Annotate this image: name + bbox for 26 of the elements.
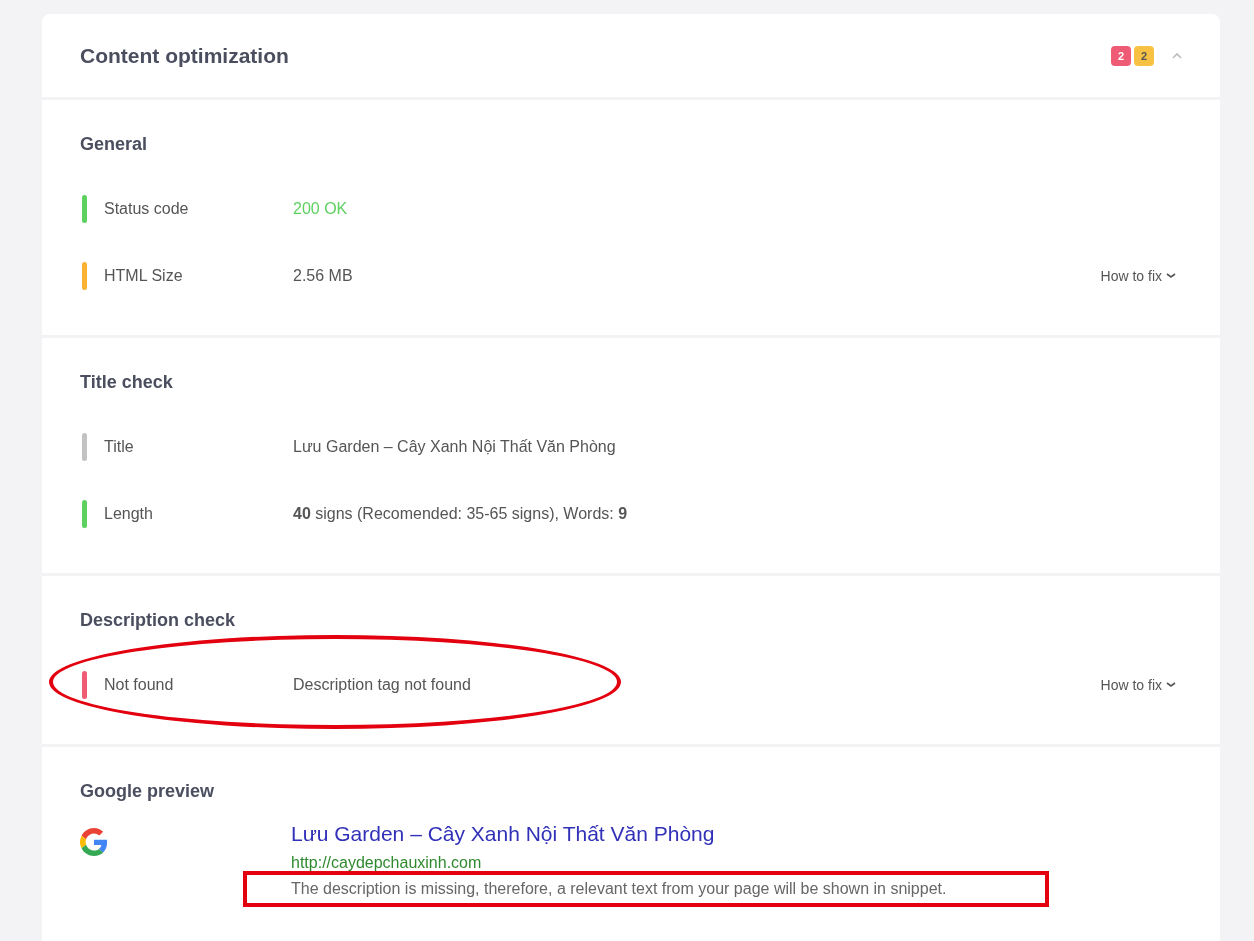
section-title: Google preview [80,781,216,802]
preview-title-link[interactable]: Lưu Garden – Cây Xanh Nội Thất Văn Phòng [291,822,715,846]
chevron-down-icon [1166,272,1176,279]
check-label: Status code [104,199,190,218]
check-value: Lưu Garden – Cây Xanh Nội Thất Văn Phòng [293,437,617,456]
check-value: 2.56 MB [293,266,354,285]
card-title: Content optimization [80,43,290,68]
check-value: 40 signs (Recomended: 35-65 signs), Words: 9 [293,504,629,523]
google-logo-icon [80,828,108,856]
issue-count-badge: 2 [1134,45,1154,66]
check-label: Length [104,504,154,523]
section-title: Title check [80,372,174,393]
check-value: Description tag not found [293,675,472,694]
issue-count-badge: 2 [1111,45,1131,66]
chevron-down-icon [1166,681,1176,688]
check-value: 200 OK [293,199,349,218]
how-to-fix-link[interactable]: How to fix [1100,267,1176,284]
how-to-fix-link[interactable]: How to fix [1100,676,1176,693]
preview-snippet: The description is missing, therefore, a relevant text from your page will be shown in snippet. [291,880,947,898]
check-label: Title [104,437,135,456]
section-title: Description check [80,610,237,631]
collapse-icon[interactable] [1172,52,1182,59]
check-label: Not found [104,675,175,694]
check-label: HTML Size [104,266,184,285]
section-title: General [80,134,149,155]
preview-url: http://caydepchauxinh.com [291,854,482,872]
